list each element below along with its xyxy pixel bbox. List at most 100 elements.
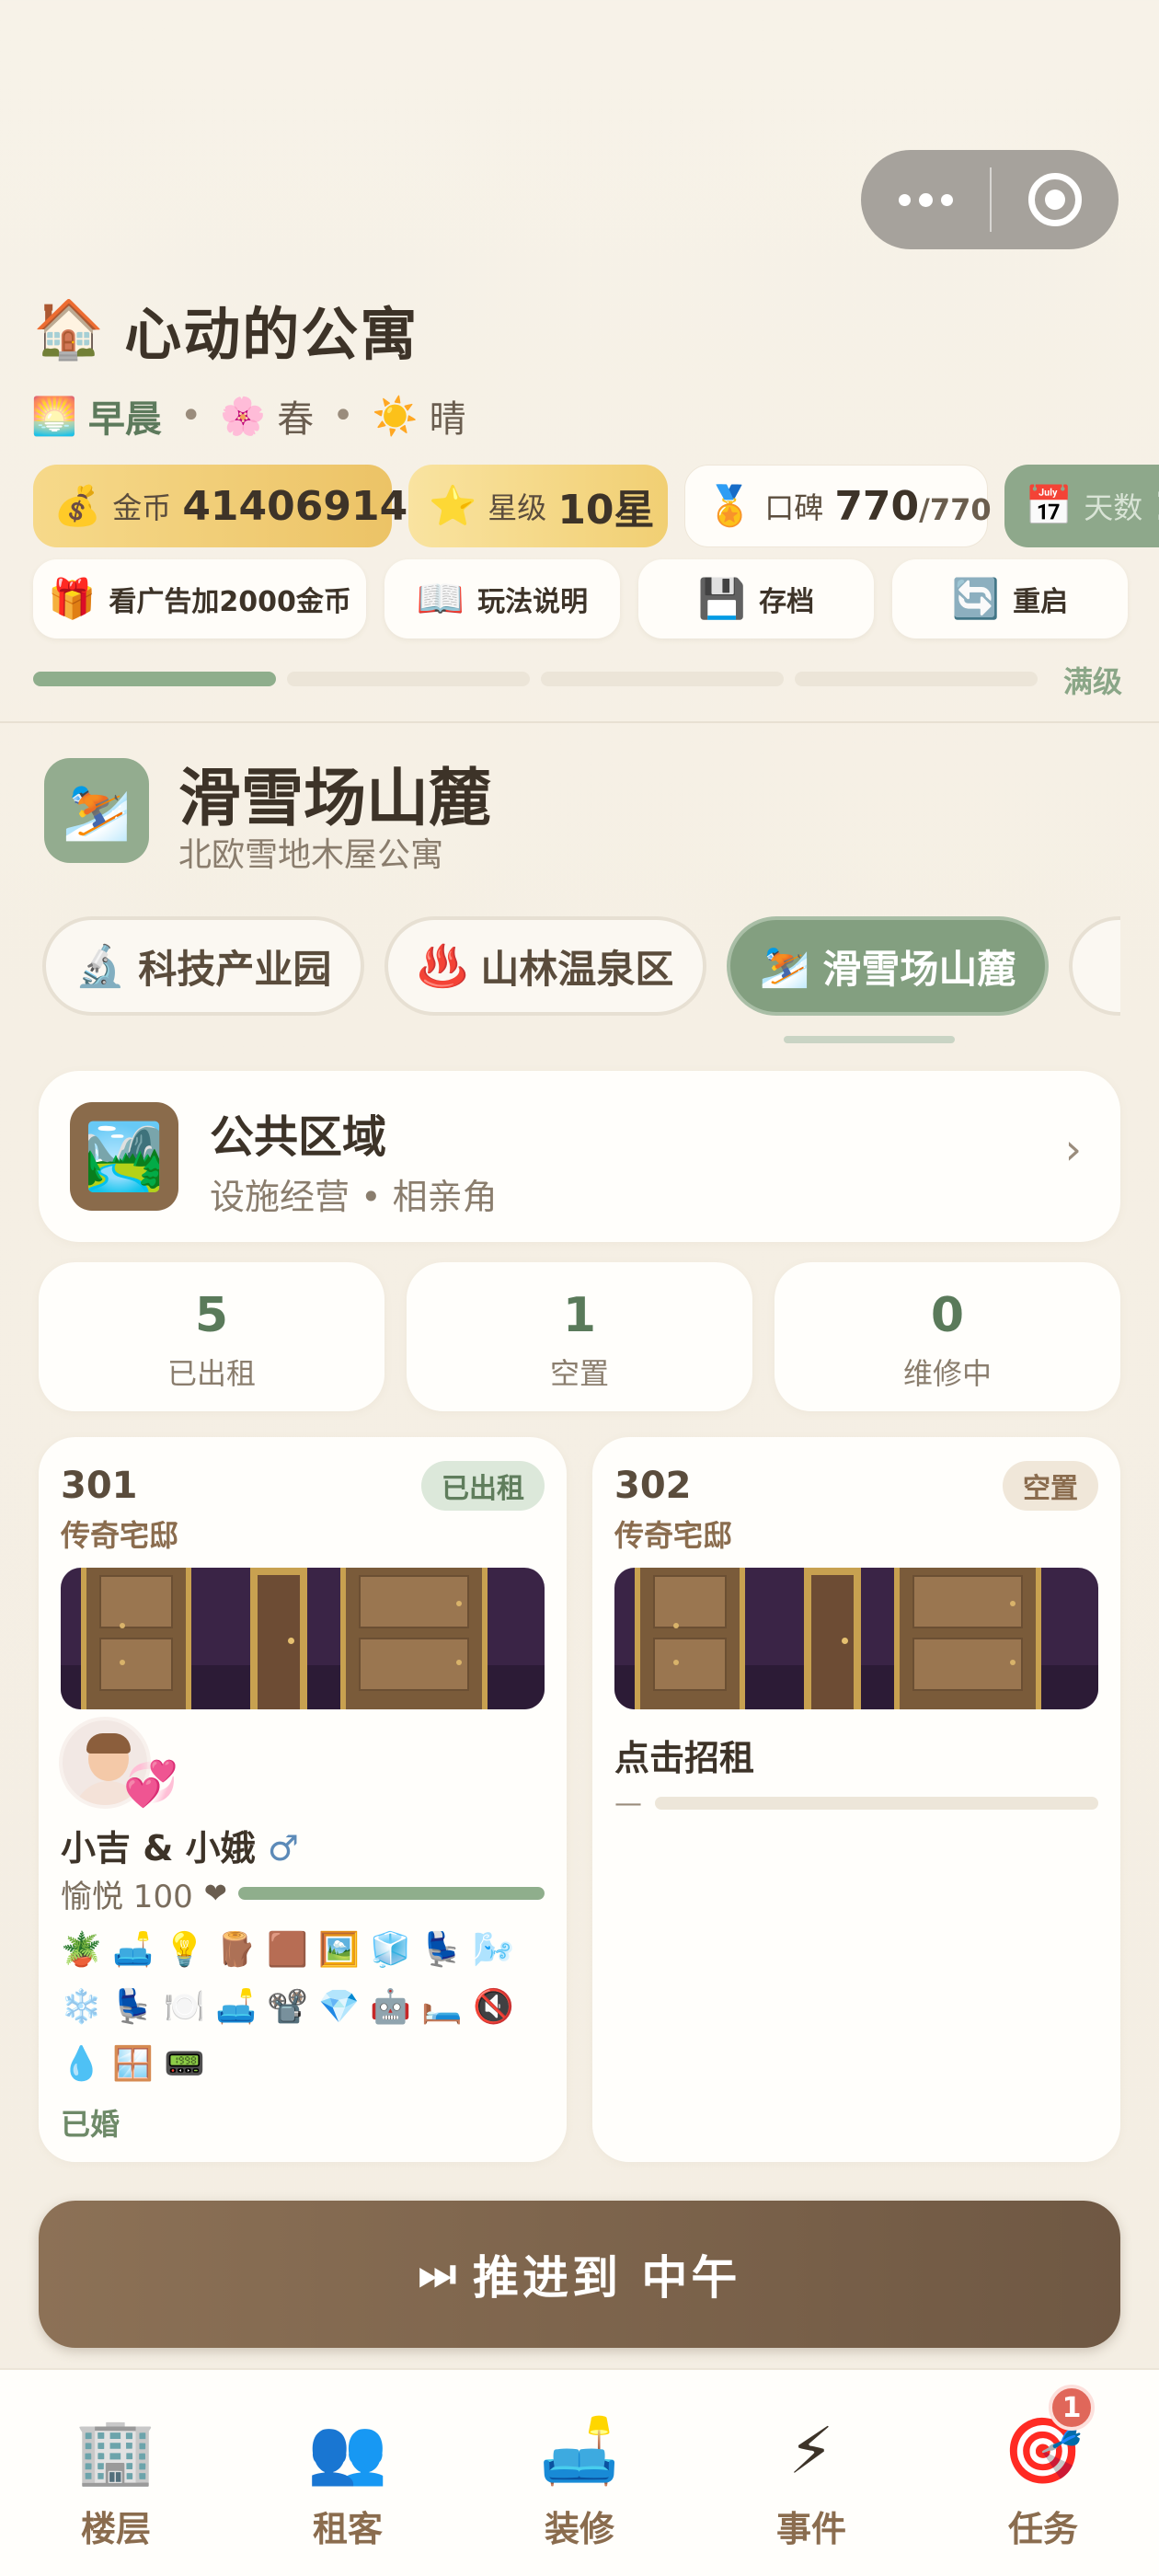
furniture-icon: 🟫	[267, 1931, 308, 1969]
microscope-icon: 🔬	[75, 943, 126, 990]
progress-segment	[541, 672, 784, 686]
room-illustration	[61, 1568, 545, 1709]
tab-hot-spring[interactable]: ♨️ 山林温泉区	[384, 916, 706, 1016]
progress-segment	[33, 672, 276, 686]
building-icon: 🏢	[75, 2413, 156, 2489]
mood-bar	[237, 1887, 545, 1900]
action-row: 🎁 看广告加2000金币 📖 玩法说明 💾 存档 🔄 重启	[33, 559, 1128, 638]
sofa-icon: 🛋️	[539, 2413, 620, 2489]
weather: 晴	[429, 398, 466, 441]
room-type: 传奇宅邸	[614, 1518, 733, 1553]
tenant-name: 小吉 & 小娥 ♂	[61, 1820, 299, 1870]
room-card-301[interactable]: 301 传奇宅邸 已出租 💞 小吉 & 小娥 ♂ 愉悦 100 ❤ 🪴 🛋️ 💡 🪵 🟫…	[39, 1437, 567, 2162]
reputation-max: /770	[919, 491, 992, 527]
furniture-icon: 🧊	[370, 1931, 411, 1969]
tab-tech-park[interactable]: 🔬 科技产业园	[42, 916, 364, 1016]
watch-ad-label: 看广告加2000金币	[109, 586, 351, 618]
save-label: 存档	[759, 586, 815, 618]
furniture-icon: 🪵	[215, 1931, 257, 1969]
furniture-icon: 💺	[421, 1931, 463, 1969]
recruit-tenant-button[interactable]: 点击招租	[614, 1730, 754, 1780]
nav-label: 租客	[312, 2509, 383, 2549]
mood-label: 愉悦 100	[61, 1878, 193, 1915]
furniture-icon: 🛋️	[112, 1931, 154, 1969]
level-progress: 满级	[33, 664, 1128, 699]
nav-events[interactable]: ⚡ 事件	[695, 2370, 927, 2576]
male-icon: ♂	[267, 1828, 299, 1869]
vacancy-bar	[655, 1797, 1098, 1810]
location-name: 滑雪场山麓	[178, 763, 492, 835]
tab-label: 山林温泉区	[480, 946, 674, 992]
more-dots-icon[interactable]	[861, 150, 990, 249]
hot-spring-icon: ♨️	[417, 943, 468, 990]
separator-dot: •	[179, 395, 202, 437]
sun-icon: ☀️	[372, 395, 419, 438]
coins-label: 金币	[112, 490, 172, 525]
nav-floors[interactable]: 🏢 楼层	[0, 2370, 232, 2576]
restart-button[interactable]: 🔄 重启	[892, 559, 1128, 638]
notification-badge: 1	[1049, 2385, 1095, 2431]
time-status-row: 🌅 早晨 • 🌸 春 • ☀️ 晴	[31, 386, 466, 445]
hearts-icon: 💞	[123, 1758, 178, 1810]
coins-stat: 💰 金币 41406914	[33, 465, 407, 547]
watch-ad-button[interactable]: 🎁 看广告加2000金币	[33, 559, 366, 638]
room-number: 301	[61, 1465, 138, 1507]
furniture-icon: 💡	[164, 1931, 205, 1969]
nav-tasks[interactable]: 🎯 任务 1	[927, 2370, 1159, 2576]
tab-label: 科技产业园	[138, 946, 332, 992]
location-tabs: 🔬 科技产业园 ♨️ 山林温泉区 ⛷️ 滑雪场山麓	[39, 916, 1120, 1019]
nav-decorate[interactable]: 🛋️ 装修	[464, 2370, 695, 2576]
rented-label: 已出租	[166, 1356, 256, 1391]
nav-label: 装修	[544, 2509, 614, 2549]
repair-count-card: 0 维修中	[775, 1262, 1120, 1411]
public-area-title: 公共区域	[210, 1111, 387, 1163]
header-divider	[0, 721, 1159, 723]
people-icon: 👥	[307, 2413, 388, 2489]
status-badge: 已出租	[421, 1461, 545, 1511]
chevron-right-icon: ›	[1064, 1124, 1082, 1174]
nav-tenants[interactable]: 👥 租客	[232, 2370, 464, 2576]
room-illustration	[614, 1568, 1098, 1709]
lightning-icon: ⚡	[788, 2413, 834, 2489]
room-type: 传奇宅邸	[61, 1518, 179, 1553]
furniture-icon: 💺	[112, 1988, 154, 2026]
advance-label: 推进到 中午	[472, 2251, 741, 2305]
how-to-play-label: 玩法说明	[477, 586, 589, 618]
room-card-302[interactable]: 302 传奇宅邸 空置 点击招租 —	[592, 1437, 1120, 2162]
furniture-icon: 🔇	[473, 1988, 514, 2026]
calendar-icon: 📅	[1025, 483, 1073, 528]
bottom-nav: 🏢 楼层 👥 租客 🛋️ 装修 ⚡ 事件 🎯 任务 1	[0, 2368, 1159, 2576]
target-icon[interactable]	[992, 150, 1119, 249]
book-icon: 📖	[416, 576, 465, 621]
stats-row: 💰 金币 41406914 ⭐ 星级 10星 🏅 口碑 770/770 📅 天数…	[33, 465, 1159, 547]
skier-icon: ⛷️	[44, 758, 149, 863]
furniture-icon: 🌬️	[473, 1931, 514, 1969]
stars-stat: ⭐ 星级 10星	[408, 465, 668, 547]
save-button[interactable]: 💾 存档	[638, 559, 874, 638]
gift-icon: 🎁	[48, 576, 97, 621]
tab-partial-right[interactable]	[1069, 916, 1120, 1016]
public-area-subtitle: 设施经营 • 相亲角	[210, 1177, 498, 1217]
tab-ski-resort[interactable]: ⛷️ 滑雪场山麓	[727, 916, 1049, 1016]
how-to-play-button[interactable]: 📖 玩法说明	[384, 559, 620, 638]
season: 春	[277, 398, 315, 441]
empty-dash: —	[614, 1787, 642, 1820]
room-number: 302	[614, 1465, 692, 1507]
tab-label: 滑雪场山麓	[822, 946, 1016, 992]
vacancy-row: —	[614, 1785, 1098, 1822]
furniture-icon: 📟	[164, 2045, 205, 2083]
public-area-card[interactable]: 🏞️ 公共区域 设施经营 • 相亲角 ›	[39, 1071, 1120, 1242]
restart-label: 重启	[1013, 586, 1069, 618]
sunrise-icon: 🌅	[31, 395, 77, 438]
rented-count: 5	[194, 1288, 229, 1343]
furniture-icon: 🤖	[370, 1988, 411, 2026]
tab-scroll-indicator	[784, 1036, 955, 1043]
mood-bar-fill	[237, 1887, 545, 1900]
money-bag-icon: 💰	[53, 483, 102, 528]
advance-time-button[interactable]: ⏭ 推进到 中午	[39, 2201, 1120, 2348]
miniprogram-capsule	[861, 150, 1119, 249]
vacant-count: 1	[562, 1288, 597, 1343]
heart-icon: ❤	[203, 1877, 227, 1910]
repair-label: 维修中	[902, 1356, 992, 1391]
nav-label: 楼层	[80, 2509, 151, 2549]
